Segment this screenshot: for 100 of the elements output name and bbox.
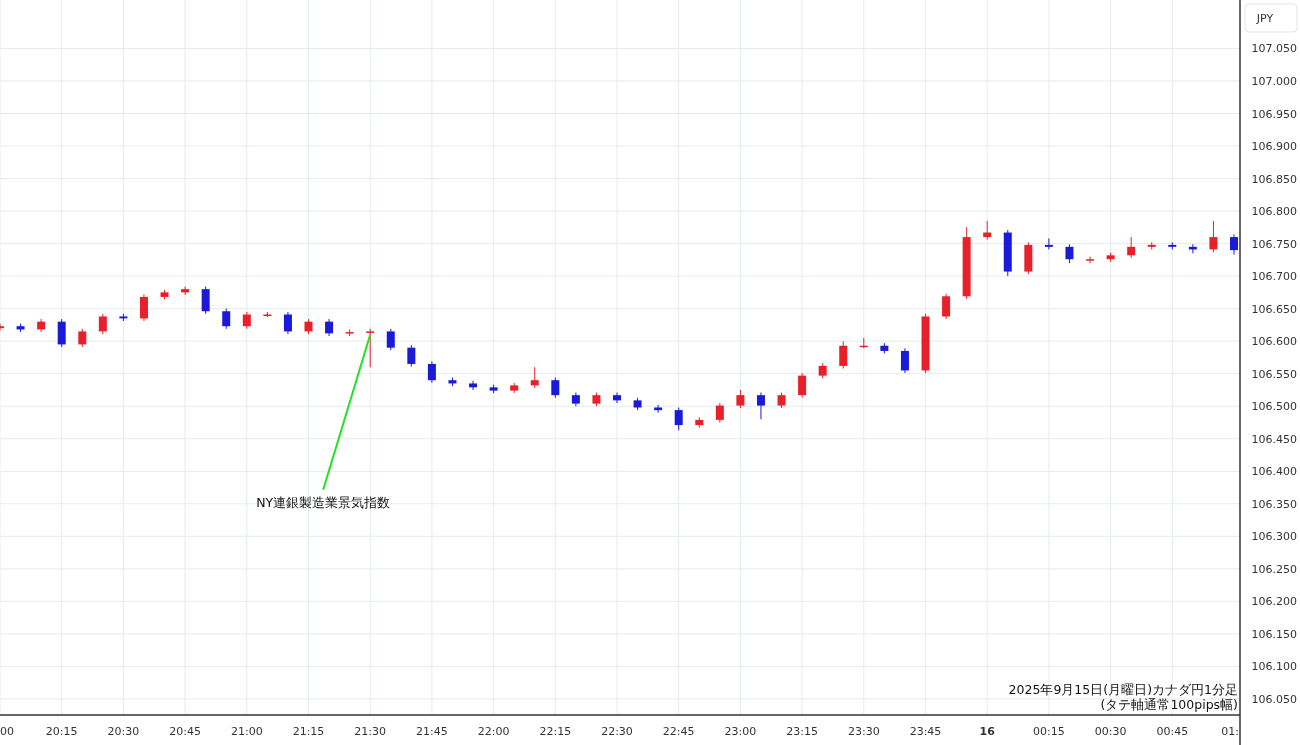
candle: [777, 392, 786, 409]
candle: [489, 384, 498, 394]
candle: [119, 313, 128, 322]
candle: [263, 311, 272, 318]
x-tick-label: 21:00: [230, 725, 263, 738]
candle: [222, 308, 231, 330]
chart-caption: 2025年9月15日(月曜日)カナダ円1分足: [1008, 682, 1238, 697]
y-tick-label: 106.800: [1251, 205, 1297, 219]
y-tick-label: 106.250: [1251, 562, 1297, 576]
y-tick-label: 106.700: [1251, 270, 1297, 284]
candle: [859, 337, 868, 349]
y-tick-label: 107.000: [1251, 75, 1297, 88]
candle: [1086, 256, 1095, 264]
x-tick-label: 00:15: [1033, 725, 1065, 738]
y-tick-label: 106.050: [1251, 692, 1297, 706]
candle: [407, 344, 416, 368]
candle: [427, 360, 436, 384]
y-tick-label: 106.650: [1251, 302, 1297, 316]
candle: [571, 392, 580, 407]
candle: [756, 392, 765, 420]
candle: [674, 407, 683, 431]
y-tick-label: 107.050: [1251, 42, 1297, 56]
y-tick-label: 106.100: [1251, 660, 1297, 674]
x-tick-label: 00:45: [1156, 725, 1189, 738]
candle: [325, 318, 334, 337]
candle: [1127, 236, 1136, 259]
candle: [1065, 243, 1074, 264]
candle: [1003, 229, 1012, 277]
x-tick-label: 00:30: [1094, 725, 1127, 738]
candle: [98, 313, 107, 335]
candle: [345, 328, 354, 337]
candle: [1188, 243, 1197, 254]
candle: [942, 293, 951, 320]
x-tick-label: 21:45: [416, 725, 448, 738]
x-tick-label: 20:45: [169, 725, 201, 738]
x-tick-label: 23:00: [724, 725, 757, 738]
candle: [1106, 252, 1115, 263]
y-tick-label: 106.150: [1251, 627, 1297, 641]
x-tick-label: 22:45: [662, 725, 695, 738]
x-tick-label: 21:15: [292, 725, 325, 738]
candle: [304, 318, 313, 335]
candle: [695, 416, 704, 429]
candle: [551, 377, 560, 399]
x-tick-label: 00: [0, 725, 14, 738]
y-tick-label: 106.850: [1251, 172, 1297, 186]
candle: [798, 372, 807, 399]
y-tick-label: 106.550: [1251, 367, 1297, 381]
candle: [201, 286, 210, 315]
candle: [139, 293, 148, 322]
x-tick-label: 21:30: [354, 725, 387, 738]
candle: [0, 323, 4, 332]
candle: [530, 366, 539, 389]
candle: [818, 362, 827, 379]
candle: [37, 318, 46, 333]
x-tick-label: 23:15: [786, 725, 818, 738]
candle: [242, 311, 251, 330]
candle: [1024, 241, 1033, 275]
candle: [613, 392, 621, 404]
candle: [1147, 241, 1156, 250]
candle: [592, 392, 601, 407]
candle: [1168, 241, 1177, 250]
candle: [839, 340, 848, 369]
candle: [283, 311, 292, 335]
candle: [448, 377, 457, 387]
chart-caption: (タテ軸通常100pips幅): [1100, 697, 1238, 712]
y-tick-label: 106.750: [1251, 237, 1297, 251]
candle: [57, 318, 66, 348]
currency-label: JPY: [1244, 3, 1298, 33]
candle: [510, 382, 519, 394]
x-tick-label: 22:00: [477, 725, 510, 738]
x-tick-label: 16: [979, 725, 995, 738]
y-tick-label: 106.300: [1251, 530, 1297, 544]
y-tick-label: 106.950: [1251, 107, 1297, 121]
candle: [654, 404, 663, 414]
y-tick-label: 106.350: [1251, 497, 1297, 511]
x-tick-label: 23:45: [909, 725, 942, 738]
candle: [160, 289, 169, 301]
candle: [900, 347, 909, 374]
x-tick-label: 01:: [1221, 725, 1239, 738]
candle: [16, 323, 25, 333]
y-tick-label: 106.600: [1251, 335, 1297, 349]
candle: [921, 313, 930, 374]
x-tick-label: 20:15: [45, 725, 78, 738]
candle: [1044, 237, 1053, 250]
candle: [633, 397, 642, 411]
candle: [983, 220, 992, 241]
candle: [78, 328, 87, 348]
x-tick-label: 22:30: [601, 725, 633, 738]
candle: [181, 286, 190, 296]
x-tick-label: 20:30: [107, 725, 140, 738]
candle: [880, 342, 889, 355]
candle: [366, 328, 375, 368]
x-tick-label: 22:15: [539, 725, 572, 738]
y-tick-label: 106.900: [1251, 140, 1297, 154]
candle: [736, 389, 745, 409]
candle: [1230, 234, 1238, 256]
candle: [715, 402, 724, 423]
y-tick-label: 106.450: [1251, 432, 1297, 446]
candle: [469, 380, 478, 391]
y-tick-label: 106.400: [1251, 465, 1297, 479]
